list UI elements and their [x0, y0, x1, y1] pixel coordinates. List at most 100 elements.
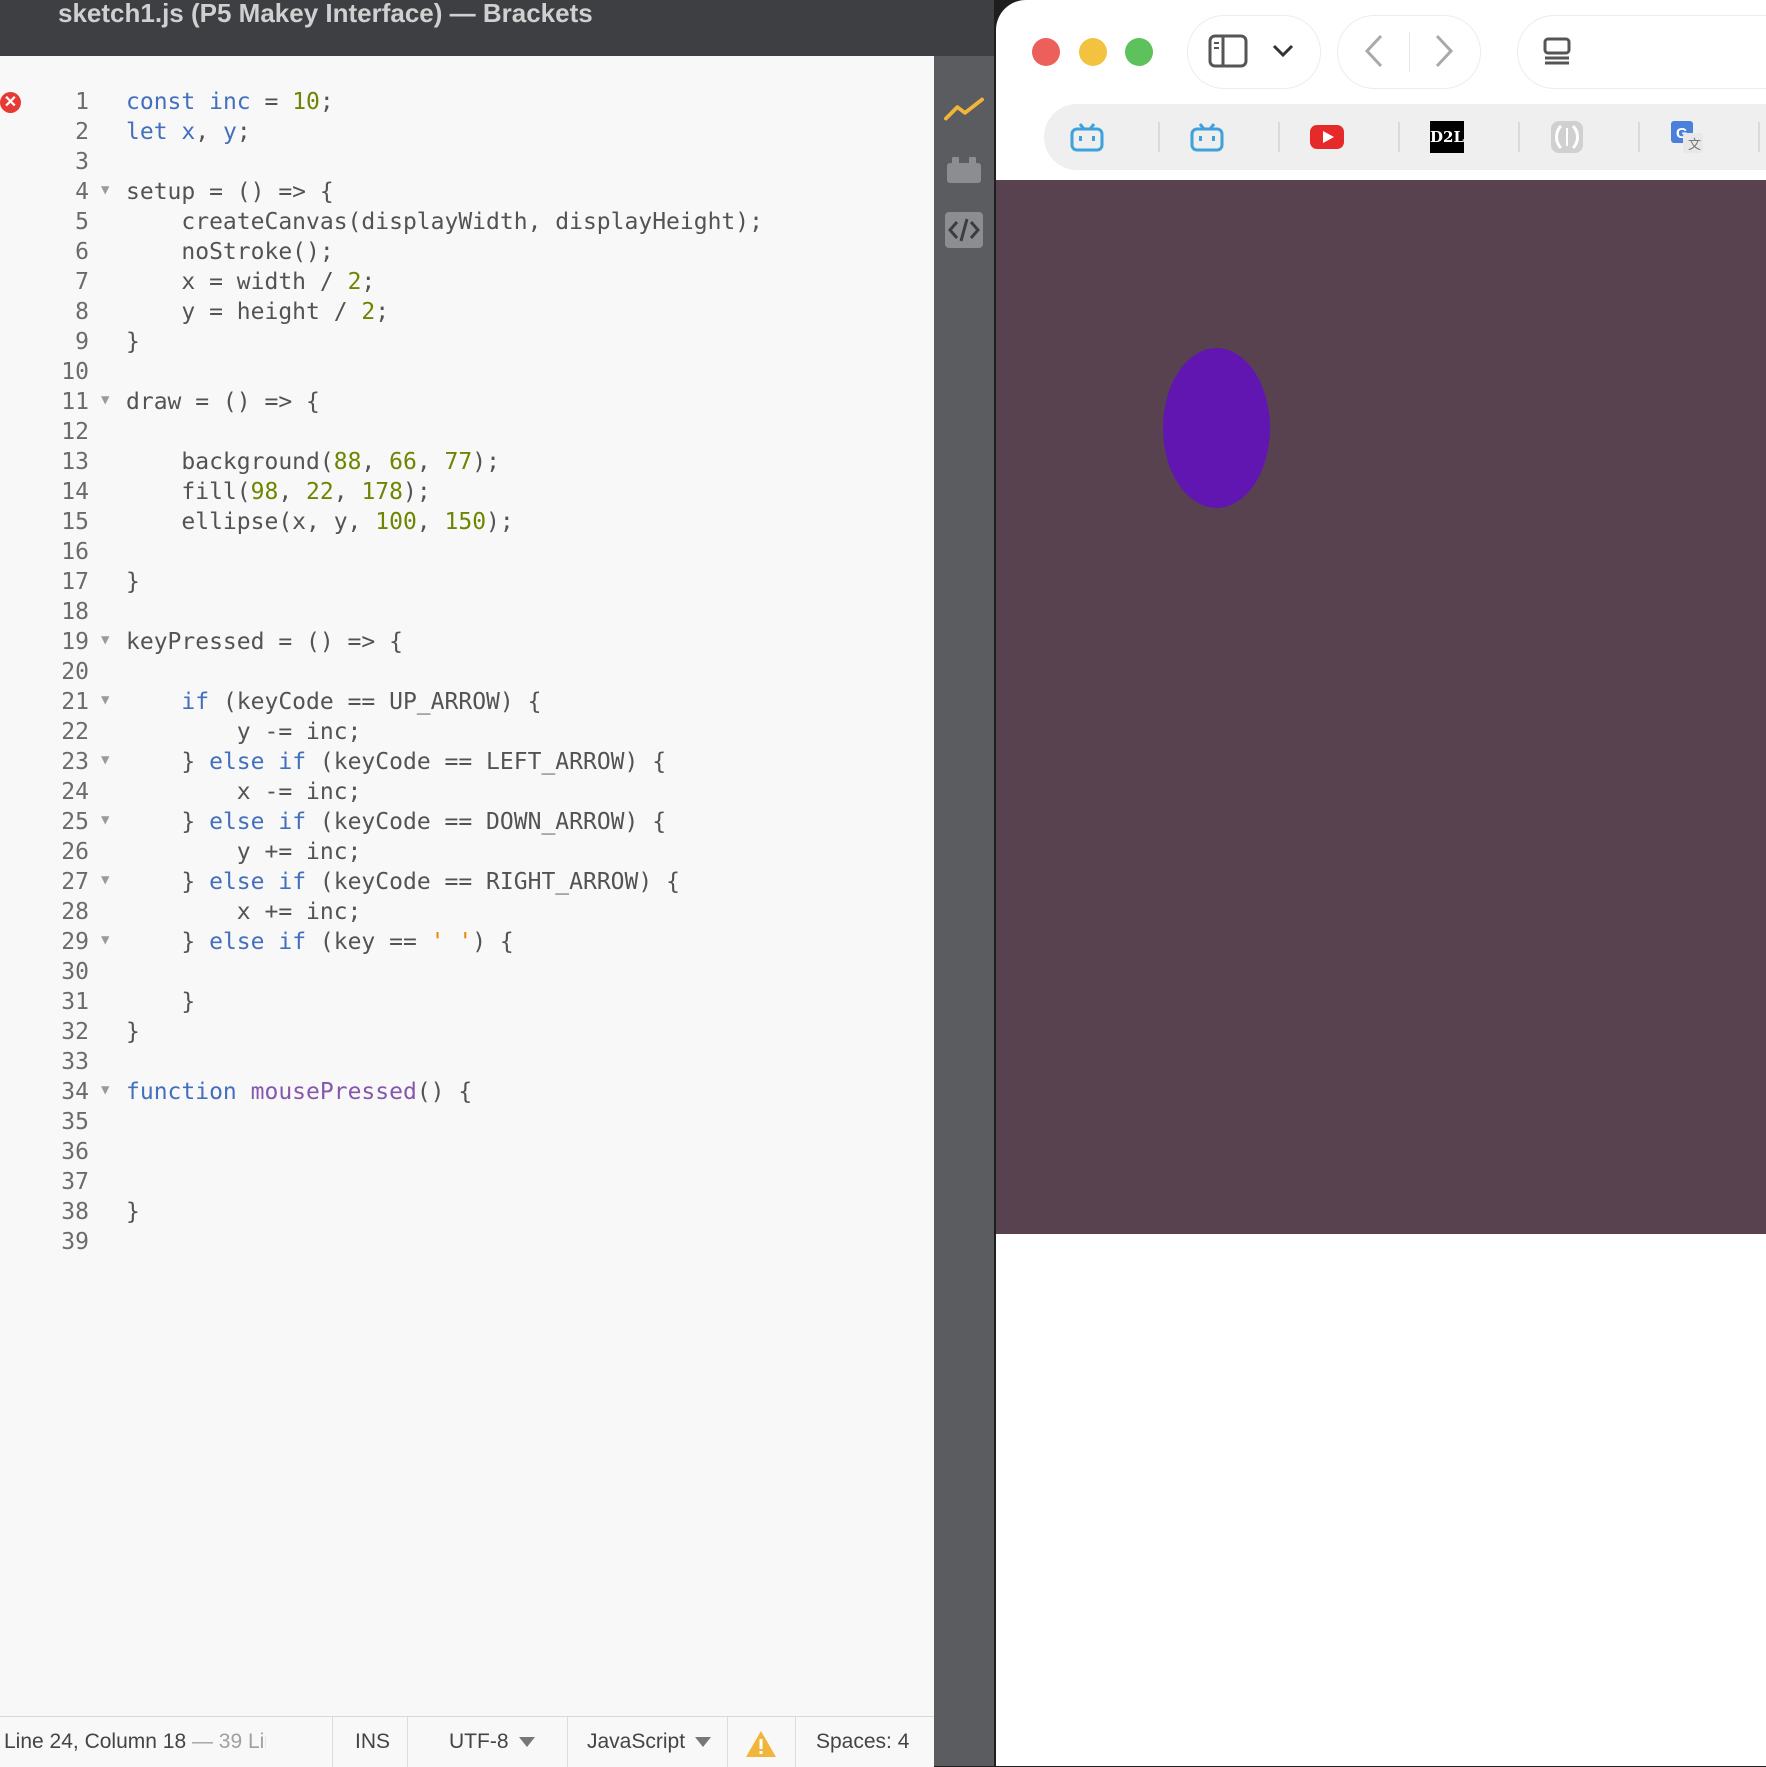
code-text: } else if (key == ' ') { — [126, 927, 513, 957]
code-token: if — [278, 809, 307, 835]
code-token: y -= inc; — [126, 719, 362, 745]
code-token: , — [333, 479, 362, 505]
code-line[interactable]: 17} — [0, 567, 934, 597]
d2l-icon[interactable]: D2L — [1428, 118, 1466, 156]
code-line[interactable]: 28 x += inc; — [0, 897, 934, 927]
minimize-button[interactable] — [1079, 38, 1107, 66]
forward-icon[interactable] — [1434, 34, 1454, 73]
code-token: else — [209, 749, 265, 775]
code-line[interactable]: 37 — [0, 1167, 934, 1197]
fold-triangle-icon[interactable]: ▼ — [101, 927, 109, 953]
code-line[interactable]: 27 ▼ } else if (keyCode == RIGHT_ARROW) { — [0, 867, 934, 897]
code-editor[interactable]: ✕ 1 const inc = 10; 2 let x, y; 3 4 ▼ setup = (… — [0, 56, 934, 1716]
line-number: 21 — [61, 689, 89, 715]
code-line[interactable]: 23 ▼ } else if (keyCode == LEFT_ARROW) { — [0, 747, 934, 777]
code-line[interactable]: 15 ellipse(x, y, 100, 150); — [0, 507, 934, 537]
google-translate-icon[interactable]: G文 — [1668, 118, 1706, 156]
code-line[interactable]: 16 — [0, 537, 934, 567]
encoding-dropdown[interactable]: UTF-8 — [449, 1717, 535, 1767]
code-token: if — [278, 869, 307, 895]
cursor-position[interactable]: Line 24, Column 18 — 39 Lines — [4, 1717, 266, 1767]
fold-triangle-icon[interactable]: ▼ — [101, 1077, 109, 1103]
code-line[interactable]: 12 — [0, 417, 934, 447]
youtube-icon[interactable] — [1308, 118, 1346, 156]
code-text: background(88, 66, 77); — [126, 447, 500, 477]
code-line[interactable]: 36 — [0, 1137, 934, 1167]
close-button[interactable] — [1032, 38, 1060, 66]
code-line[interactable]: 7 x = width / 2; — [0, 267, 934, 297]
sidebar-icon[interactable] — [1208, 34, 1248, 73]
fold-triangle-icon[interactable]: ▼ — [101, 177, 109, 203]
code-line[interactable]: 21 ▼ if (keyCode == UP_ARROW) { — [0, 687, 934, 717]
code-line[interactable]: 14 fill(98, 22, 178); — [0, 477, 934, 507]
code-line[interactable]: 19 ▼ keyPressed = () => { — [0, 627, 934, 657]
code-token: keyPressed = () => { — [126, 629, 403, 655]
bilibili-icon[interactable] — [1068, 118, 1106, 156]
fold-triangle-icon[interactable]: ▼ — [101, 627, 109, 653]
code-line[interactable]: 1 const inc = 10; — [0, 87, 934, 117]
code-token: 88 — [333, 449, 362, 475]
fold-triangle-icon[interactable]: ▼ — [101, 807, 109, 833]
line-number: 15 — [61, 509, 89, 535]
code-line[interactable]: 30 — [0, 957, 934, 987]
fold-triangle-icon[interactable]: ▼ — [101, 867, 109, 893]
sketch-canvas[interactable] — [996, 180, 1766, 1234]
code-line[interactable]: 34 ▼ function mousePressed() { — [0, 1077, 934, 1107]
code-line[interactable]: 24 x -= inc; — [0, 777, 934, 807]
code-line[interactable]: 35 — [0, 1107, 934, 1137]
code-line[interactable]: 3 — [0, 147, 934, 177]
fold-triangle-icon[interactable]: ▼ — [101, 747, 109, 773]
code-token: else — [209, 809, 265, 835]
code-line[interactable]: 5 createCanvas(displayWidth, displayHeig… — [0, 207, 934, 237]
code-line[interactable]: 6 noStroke(); — [0, 237, 934, 267]
code-line[interactable]: 33 — [0, 1047, 934, 1077]
code-line[interactable]: 18 — [0, 597, 934, 627]
code-token: } — [126, 749, 210, 775]
fold-triangle-icon[interactable]: ▼ — [101, 387, 109, 413]
code-token: , — [195, 119, 223, 145]
chevron-down-icon[interactable] — [1272, 44, 1294, 63]
live-preview-icon[interactable] — [944, 90, 984, 130]
favorite-site-icon[interactable] — [1548, 118, 1586, 156]
code-line[interactable]: 25 ▼ } else if (keyCode == DOWN_ARROW) { — [0, 807, 934, 837]
code-token: 10 — [292, 89, 320, 115]
bilibili-icon[interactable] — [1188, 118, 1226, 156]
tab-overview-icon[interactable] — [1542, 36, 1572, 71]
code-line[interactable]: 22 y -= inc; — [0, 717, 934, 747]
code-line[interactable]: 8 y = height / 2; — [0, 297, 934, 327]
code-text: x = width / 2; — [126, 267, 375, 297]
code-inspection-icon[interactable] — [944, 210, 984, 250]
navigation-group — [1338, 16, 1480, 88]
code-lines[interactable]: 1 const inc = 10; 2 let x, y; 3 4 ▼ setup = () … — [0, 87, 934, 1257]
code-line[interactable]: 13 background(88, 66, 77); — [0, 447, 934, 477]
editor-titlebar[interactable]: sketch1.js (P5 Makey Interface) — Bracke… — [0, 0, 994, 56]
language-dropdown[interactable]: JavaScript — [587, 1717, 712, 1767]
code-line[interactable]: 31 } — [0, 987, 934, 1017]
code-line[interactable]: 10 — [0, 357, 934, 387]
code-line[interactable]: 29 ▼ } else if (key == ' ') { — [0, 927, 934, 957]
code-line[interactable]: 32} — [0, 1017, 934, 1047]
code-line[interactable]: 38} — [0, 1197, 934, 1227]
code-line[interactable]: 4 ▼ setup = () => { — [0, 177, 934, 207]
extension-manager-icon[interactable] — [944, 150, 984, 190]
fold-triangle-icon[interactable]: ▼ — [101, 687, 109, 713]
code-line[interactable]: 9} — [0, 327, 934, 357]
code-text: } — [126, 327, 140, 357]
code-line[interactable]: 2 let x, y; — [0, 117, 934, 147]
code-token: inc — [209, 89, 251, 115]
zoom-button[interactable] — [1125, 38, 1153, 66]
line-number: 35 — [61, 1109, 89, 1135]
back-icon[interactable] — [1364, 34, 1384, 73]
code-text: } — [126, 567, 140, 597]
code-text: y = height / 2; — [126, 297, 389, 327]
code-line[interactable]: 20 — [0, 657, 934, 687]
code-line[interactable]: 26 y += inc; — [0, 837, 934, 867]
indent-settings[interactable]: Spaces: 4 — [816, 1717, 909, 1767]
address-group[interactable] — [1518, 16, 1766, 88]
warning-triangle-icon[interactable] — [745, 1727, 777, 1757]
code-line[interactable]: 11 ▼ draw = () => { — [0, 387, 934, 417]
encoding-text: UTF-8 — [449, 1730, 509, 1753]
code-line[interactable]: 39 — [0, 1227, 934, 1257]
insert-mode-toggle[interactable]: INS — [355, 1717, 390, 1767]
